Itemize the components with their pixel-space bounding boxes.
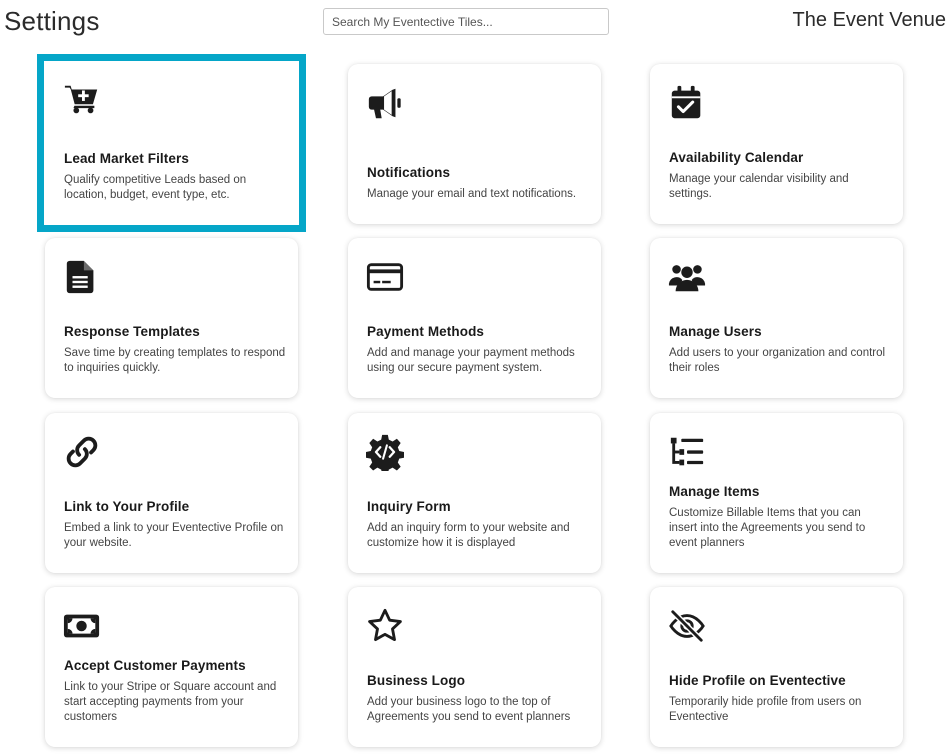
- tile-description: Embed a link to your Eventective Profile…: [64, 522, 284, 549]
- document-icon: [63, 258, 101, 296]
- tile-title: Notifications: [367, 165, 451, 180]
- tile-title: Lead Market Filters: [64, 151, 189, 166]
- cart-plus-icon: [63, 81, 101, 119]
- tile-description: Add an inquiry form to your website and …: [367, 522, 570, 549]
- tile-accept-customer-payments[interactable]: Accept Customer Payments Link to your St…: [45, 587, 298, 747]
- tile-title: Response Templates: [64, 324, 200, 339]
- tile-description: Add and manage your payment methods usin…: [367, 347, 575, 374]
- tile-manage-items[interactable]: Manage Items Customize Billable Items th…: [650, 413, 903, 573]
- tile-description: Temporarily hide profile from users on E…: [669, 696, 862, 723]
- tile-description: Manage your email and text notifications…: [367, 188, 577, 200]
- tile-title: Hide Profile on Eventective: [669, 673, 846, 688]
- tile-title: Availability Calendar: [669, 150, 804, 165]
- tile-manage-users[interactable]: Manage Users Add users to your organizat…: [650, 238, 903, 398]
- tile-lead-market-filters[interactable]: Lead Market Filters Qualify competitive …: [37, 54, 306, 232]
- tile-response-templates[interactable]: Response Templates Save time by creating…: [45, 238, 298, 398]
- money-bill-icon: [63, 607, 101, 645]
- tile-link-to-your-profile[interactable]: Link to Your Profile Embed a link to you…: [45, 413, 298, 573]
- megaphone-icon: [366, 84, 404, 122]
- tile-notifications[interactable]: Notifications Manage your email and text…: [348, 64, 601, 224]
- tile-description: Customize Billable Items that you can in…: [669, 507, 866, 549]
- link-icon: [63, 433, 101, 471]
- tile-description: Qualify competitive Leads based on locat…: [64, 174, 247, 201]
- tile-hide-profile[interactable]: Hide Profile on Eventective Temporarily …: [650, 587, 903, 747]
- list-tree-icon: [668, 433, 706, 471]
- tile-description: Add users to your organization and contr…: [669, 347, 886, 374]
- tile-title: Manage Items: [669, 484, 760, 499]
- tile-description: Add your business logo to the top of Agr…: [367, 696, 571, 723]
- eye-slash-icon: [668, 607, 706, 645]
- tile-title: Payment Methods: [367, 324, 485, 339]
- tile-payment-methods[interactable]: Payment Methods Add and manage your paym…: [348, 238, 601, 398]
- tile-description: Save time by creating templates to respo…: [64, 347, 286, 374]
- star-icon: [366, 607, 404, 645]
- users-icon: [668, 258, 706, 296]
- tile-title: Accept Customer Payments: [64, 658, 246, 673]
- tile-title: Manage Users: [669, 324, 762, 339]
- tile-title: Link to Your Profile: [64, 499, 190, 514]
- tile-availability-calendar[interactable]: Availability Calendar Manage your calend…: [650, 64, 903, 224]
- settings-tile-grid: Lead Market Filters Qualify competitive …: [0, 0, 952, 755]
- tile-description: Link to your Stripe or Square account an…: [64, 681, 277, 723]
- tile-inquiry-form[interactable]: Inquiry Form Add an inquiry form to your…: [348, 413, 601, 573]
- credit-card-icon: [366, 258, 404, 296]
- tile-title: Business Logo: [367, 673, 466, 688]
- calendar-check-icon: [668, 84, 706, 122]
- tile-business-logo[interactable]: Business Logo Add your business logo to …: [348, 587, 601, 747]
- tile-description: Manage your calendar visibility and sett…: [669, 173, 849, 200]
- code-gear-icon: [366, 433, 404, 471]
- tile-title: Inquiry Form: [367, 499, 451, 514]
